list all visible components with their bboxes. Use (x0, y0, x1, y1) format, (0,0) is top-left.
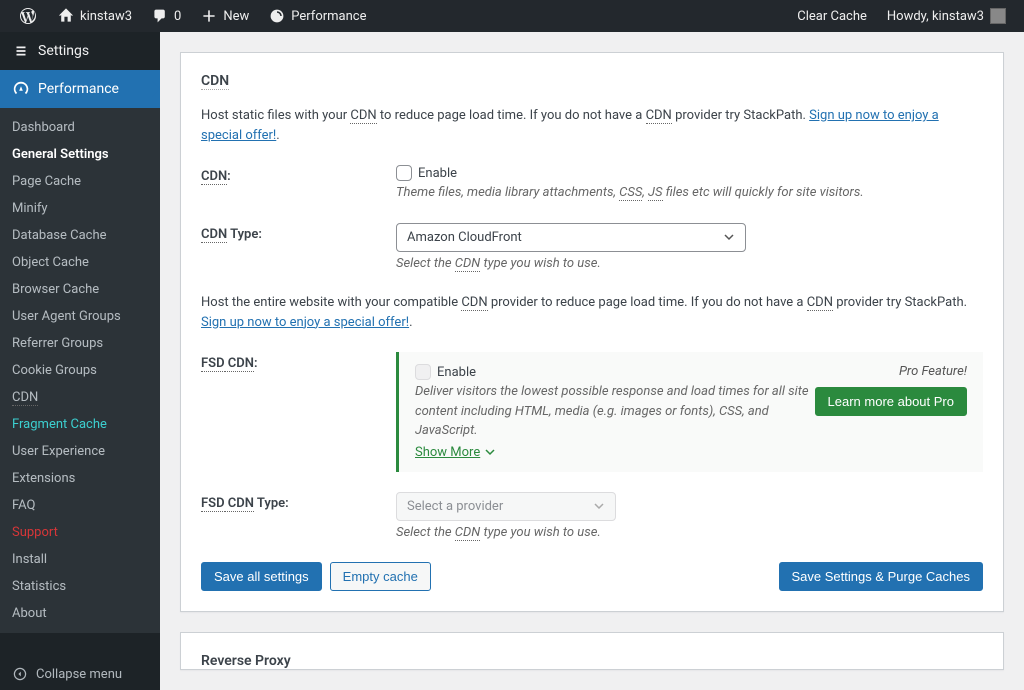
fsd-type-select: Select a provider (396, 492, 616, 521)
cdn-label: CDN: (201, 165, 396, 184)
new-content-link[interactable]: New (193, 0, 257, 32)
settings-label: Settings (38, 43, 89, 59)
comments-count: 0 (174, 9, 181, 24)
pro-badge: Pro Feature! (815, 364, 967, 379)
save-all-button[interactable]: Save all settings (201, 562, 322, 591)
main-content: CDN Host static files with your CDN to r… (160, 32, 1024, 690)
collapse-label: Collapse menu (36, 667, 122, 682)
fsd-cdn-label: FSD CDN: (201, 352, 396, 371)
collapse-icon (12, 666, 28, 682)
clear-cache-link[interactable]: Clear Cache (789, 0, 875, 32)
fsd-type-placeholder: Select a provider (407, 499, 503, 514)
wp-logo[interactable] (10, 0, 46, 32)
fsd-enable-label: Enable (437, 365, 476, 380)
performance-label: Performance (291, 9, 366, 24)
sidebar-item-database-cache[interactable]: Database Cache (0, 222, 160, 249)
sidebar-item-install[interactable]: Install (0, 546, 160, 573)
cdn-type-value: Amazon CloudFront (407, 230, 522, 245)
sidebar-item-minify[interactable]: Minify (0, 195, 160, 222)
fsd-intro-text: Host the entire website with your compat… (201, 293, 983, 332)
chevron-down-icon (484, 446, 496, 458)
sidebar-settings[interactable]: Settings (0, 32, 160, 70)
sidebar-submenu: Dashboard General Settings Page Cache Mi… (0, 108, 160, 633)
sidebar-item-faq[interactable]: FAQ (0, 492, 160, 519)
next-section-heading: Reverse Proxy (201, 653, 983, 669)
sidebar-item-cdn[interactable]: CDN (0, 384, 160, 411)
admin-sidebar: Settings Performance Dashboard General S… (0, 32, 160, 690)
sidebar-item-cookie-groups[interactable]: Cookie Groups (0, 357, 160, 384)
fsd-type-label: FSD CDN Type: (201, 492, 396, 511)
performance-link[interactable]: Performance (261, 0, 374, 32)
sidebar-item-browser-cache[interactable]: Browser Cache (0, 276, 160, 303)
sidebar-item-referrer-groups[interactable]: Referrer Groups (0, 330, 160, 357)
sidebar-item-user-experience[interactable]: User Experience (0, 438, 160, 465)
site-link[interactable]: kinstaw3 (50, 0, 140, 32)
comment-icon (152, 8, 168, 24)
plus-icon (201, 8, 217, 24)
cdn-type-help: Select the CDN type you wish to use. (396, 254, 983, 274)
collapse-menu-button[interactable]: Collapse menu (0, 658, 160, 690)
enable-label: Enable (418, 166, 457, 181)
fsd-signup-link[interactable]: Sign up now to enjoy a special offer! (201, 315, 409, 330)
cdn-help-text: Theme files, media library attachments, … (396, 183, 983, 203)
sidebar-performance-header[interactable]: Performance (0, 70, 160, 108)
avatar (990, 8, 1006, 24)
intro-text: Host static files with your CDN to reduc… (201, 106, 983, 145)
home-icon (58, 8, 74, 24)
performance-icon (269, 8, 285, 24)
sidebar-item-support[interactable]: Support (0, 519, 160, 546)
chevron-down-icon (593, 500, 605, 512)
sidebar-item-statistics[interactable]: Statistics (0, 573, 160, 600)
clear-cache-label: Clear Cache (797, 9, 867, 24)
sidebar-item-user-agent-groups[interactable]: User Agent Groups (0, 303, 160, 330)
fsd-type-help: Select the CDN type you wish to use. (396, 523, 983, 543)
performance-header-label: Performance (38, 81, 119, 97)
user-menu[interactable]: Howdy, kinstaw3 (879, 0, 1014, 32)
show-more-link[interactable]: Show More (415, 445, 496, 460)
chevron-down-icon (723, 231, 735, 243)
cdn-enable-checkbox[interactable] (396, 165, 412, 181)
username-label: kinstaw3 (932, 9, 984, 24)
sidebar-item-about[interactable]: About (0, 600, 160, 627)
new-label: New (223, 9, 249, 24)
sidebar-item-page-cache[interactable]: Page Cache (0, 168, 160, 195)
wordpress-icon (18, 6, 38, 26)
empty-cache-button[interactable]: Empty cache (330, 562, 431, 591)
fsd-help-text: Deliver visitors the lowest possible res… (415, 382, 815, 441)
howdy-prefix: Howdy, (887, 9, 929, 24)
gauge-icon (12, 80, 30, 98)
cdn-type-select[interactable]: Amazon CloudFront (396, 223, 746, 252)
cdn-type-label: CDN Type: (201, 223, 396, 242)
sidebar-item-dashboard[interactable]: Dashboard (0, 114, 160, 141)
fsd-enable-checkbox (415, 364, 431, 380)
sidebar-item-fragment-cache[interactable]: Fragment Cache (0, 411, 160, 438)
site-name-label: kinstaw3 (80, 9, 132, 24)
section-heading: CDN (201, 73, 229, 90)
sidebar-item-general-settings[interactable]: General Settings (0, 141, 160, 168)
sidebar-item-object-cache[interactable]: Object Cache (0, 249, 160, 276)
sidebar-item-extensions[interactable]: Extensions (0, 465, 160, 492)
comments-link[interactable]: 0 (144, 0, 189, 32)
learn-more-button[interactable]: Learn more about Pro (815, 387, 967, 416)
slider-icon (12, 42, 30, 60)
save-purge-button[interactable]: Save Settings & Purge Caches (779, 562, 984, 591)
